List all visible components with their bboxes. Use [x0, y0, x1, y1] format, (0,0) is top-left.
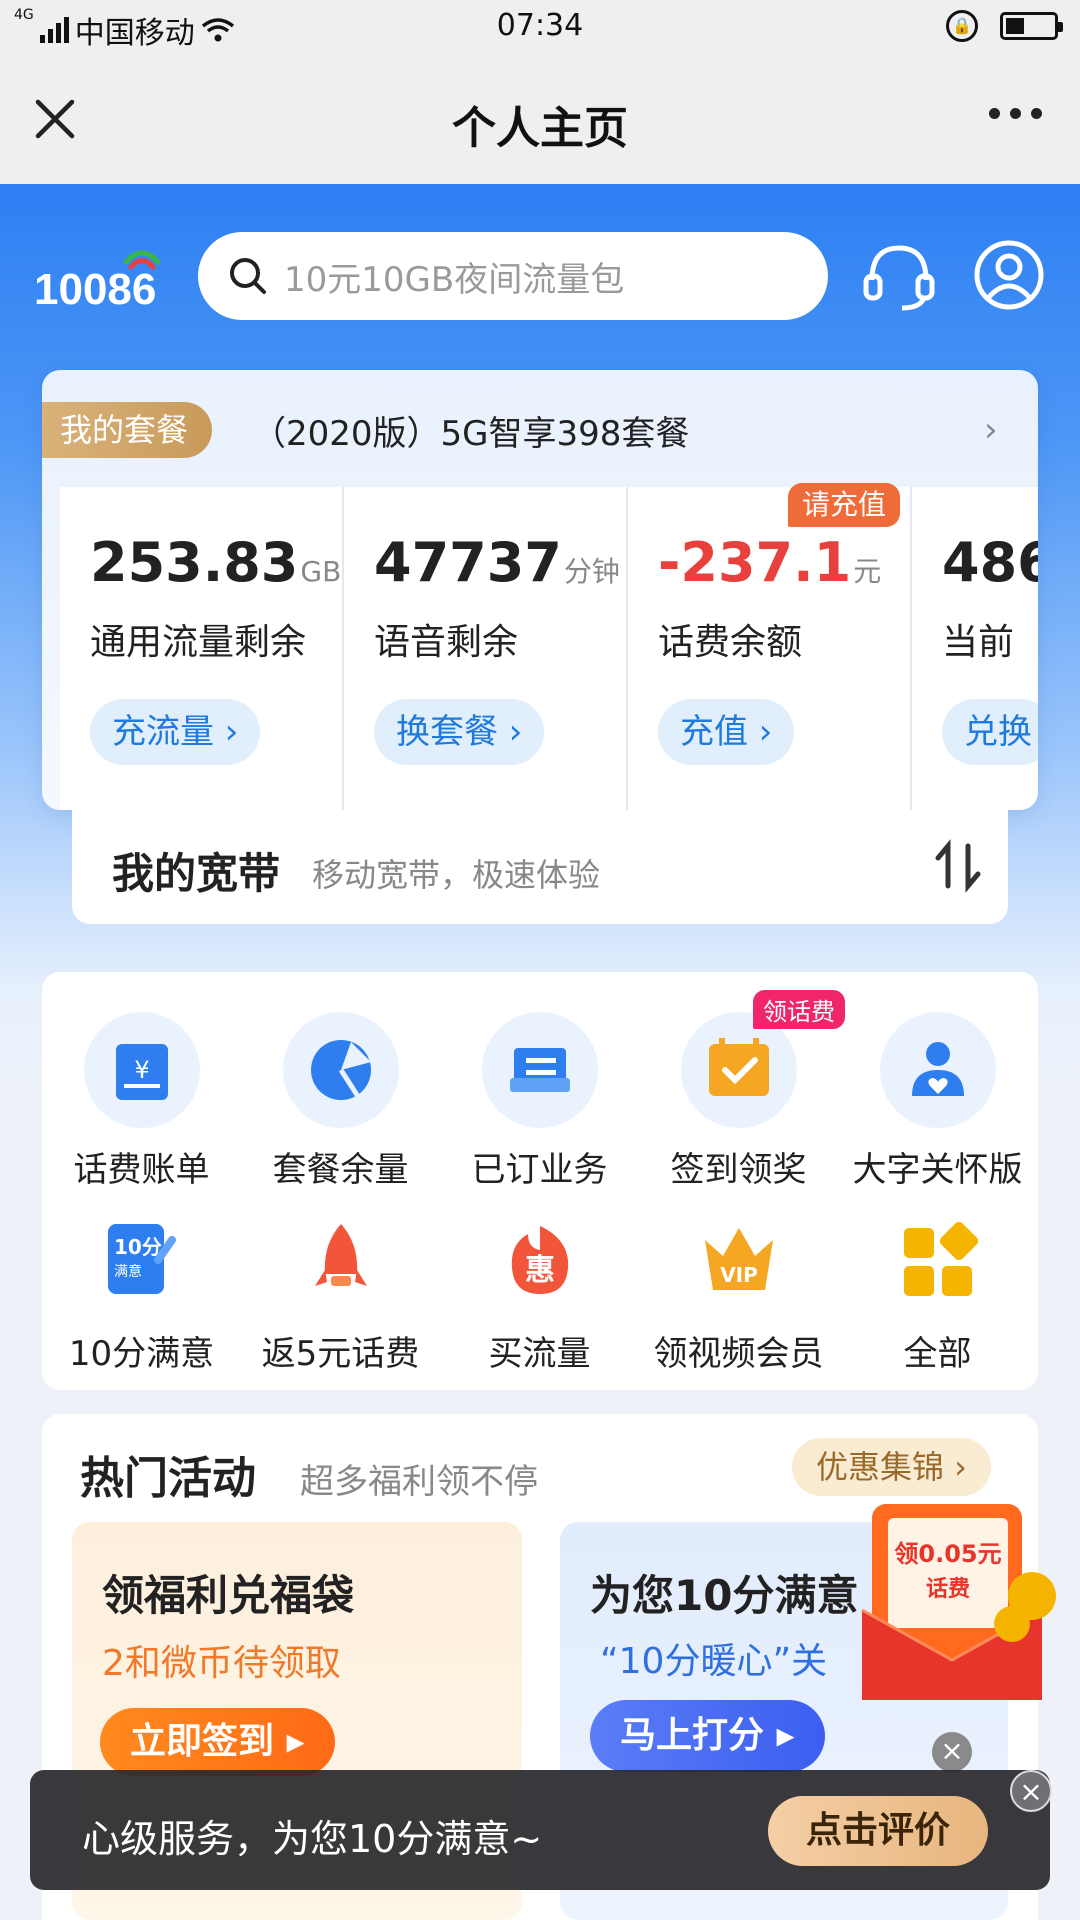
svg-text:话费: 话费	[926, 1577, 970, 1602]
rate-now-button[interactable]: 马上打分 ▸	[590, 1700, 825, 1772]
package-stats: 253.83GB 通用流量剩余 充流量 › 47737分钟 语音剩余 换套餐 ›…	[60, 483, 1038, 810]
vip-crown-icon: VIP	[699, 1220, 779, 1300]
page-title: 个人主页	[452, 103, 628, 154]
recharge-button[interactable]: 充值 ›	[658, 699, 795, 765]
grid-item-label: 已订业务	[471, 1150, 608, 1190]
svg-text:领0.05元: 领0.05元	[894, 1540, 1001, 1568]
redeem-button[interactable]: 兑换	[942, 699, 1038, 765]
stat-data[interactable]: 253.83GB 通用流量剩余 充流量 ›	[60, 487, 344, 810]
switch-arrows-icon[interactable]	[930, 838, 986, 894]
broadband-bar[interactable]: 我的宽带 移动宽带，极速体验	[72, 810, 1008, 924]
stat-points[interactable]: 486 当前 兑换	[912, 487, 1038, 810]
grid-item-label: 返5元话费	[261, 1334, 420, 1374]
stat-value: 253.83GB	[90, 531, 342, 594]
stat-value: -237.1元	[658, 531, 882, 594]
grid-item-buy-data[interactable]: 惠 买流量	[440, 1220, 639, 1375]
grid-item-label: 10分满意	[68, 1334, 215, 1374]
grid-item-care[interactable]: 大字关怀版	[838, 1012, 1037, 1191]
broadband-subtitle: 移动宽带，极速体验	[312, 856, 601, 894]
grid-item-subscriptions[interactable]: 已订业务	[440, 1012, 639, 1191]
chevron-right-icon[interactable]: ›	[984, 410, 998, 450]
calendar-check-icon	[680, 1012, 797, 1128]
logo-10086: 10086	[34, 250, 161, 310]
status-right: 🔒	[946, 10, 1063, 42]
rate-button[interactable]: 点击评价	[768, 1796, 989, 1866]
nav-bar: 个人主页	[0, 56, 1080, 184]
section-subtitle: 超多福利领不停	[300, 1462, 538, 1502]
more-icon[interactable]	[989, 108, 1042, 119]
rocket-icon	[301, 1220, 381, 1300]
close-promo-icon[interactable]: ×	[932, 1732, 972, 1772]
broadband-title: 我的宽带	[112, 849, 281, 898]
stat-label: 当前	[942, 622, 1015, 663]
red-envelope-icon: 领0.05元 话费	[861, 1504, 1056, 1700]
rotation-lock-icon: 🔒	[946, 10, 978, 42]
stat-balance[interactable]: 请充值 -237.1元 话费余额 充值 ›	[628, 483, 912, 810]
grid-item-label: 话费账单	[73, 1150, 210, 1190]
card-title: 领福利兑福袋	[102, 1571, 355, 1620]
service-grid: ¥ 话费账单 套餐余量 已订业务 领话费 签到领奖 大字关怀版 10分 满意 10…	[42, 972, 1038, 1390]
customer-service-icon[interactable]	[862, 240, 936, 314]
satisfaction-icon: 10分满意	[102, 1220, 182, 1300]
toast-message: 心级服务，为您10分满意~	[82, 1817, 543, 1861]
svg-text:惠: 惠	[525, 1253, 555, 1288]
search-placeholder: 10元10GB夜间流量包	[284, 260, 625, 300]
change-plan-button[interactable]: 换套餐 ›	[374, 699, 545, 765]
stat-value: 47737分钟	[374, 531, 620, 594]
package-card[interactable]: 我的套餐 （2020版）5G智享398套餐 › 253.83GB 通用流量剩余 …	[42, 370, 1038, 810]
grid-item-checkin[interactable]: 领话费 签到领奖	[639, 990, 845, 1191]
discount-icon: 惠	[500, 1220, 580, 1300]
status-time: 07:34	[496, 8, 584, 43]
svg-text:10086: 10086	[34, 265, 156, 310]
stat-label: 话费余额	[658, 622, 803, 663]
stat-voice[interactable]: 47737分钟 语音剩余 换套餐 ›	[344, 487, 628, 810]
search-icon	[230, 258, 266, 294]
grid-item-label: 签到领奖	[670, 1150, 807, 1190]
stat-label: 语音剩余	[374, 622, 519, 663]
grid-item-cashback[interactable]: 返5元话费	[241, 1220, 440, 1375]
package-name[interactable]: （2020版）5G智享398套餐	[252, 406, 689, 455]
grid-item-video-vip[interactable]: VIP 领视频会员	[639, 1220, 838, 1375]
close-toast-icon[interactable]: ×	[1010, 1770, 1052, 1812]
svg-text:¥: ¥	[134, 1056, 149, 1084]
grid-item-all[interactable]: 全部	[838, 1220, 1037, 1375]
pie-icon	[282, 1012, 399, 1128]
section-title: 热门活动	[80, 1453, 256, 1504]
grid-item-label: 全部	[903, 1334, 972, 1374]
feedback-toast: 心级服务，为您10分满意~ 点击评价	[30, 1770, 1050, 1890]
grid-item-label: 套餐余量	[272, 1150, 409, 1190]
status-bar: 4G 中国移动 07:34 🔒	[0, 0, 1080, 56]
svg-text:10分: 10分	[114, 1235, 162, 1259]
grid-item-label: 领视频会员	[653, 1334, 824, 1374]
search-bar[interactable]: 10元10GB夜间流量包	[198, 232, 828, 320]
svg-text:满意: 满意	[114, 1263, 142, 1280]
svg-text:VIP: VIP	[720, 1263, 758, 1287]
card-subtitle: 2和微币待领取	[102, 1643, 341, 1684]
grid-item-label: 买流量	[488, 1334, 591, 1374]
deals-collection-button[interactable]: 优惠集锦 ›	[792, 1438, 991, 1496]
package-tag: 我的套餐	[42, 402, 212, 458]
care-icon	[879, 1012, 996, 1128]
subscription-icon	[481, 1012, 598, 1128]
recharge-badge: 请充值	[788, 483, 901, 527]
sign-in-button[interactable]: 立即签到 ▸	[100, 1708, 335, 1776]
grid-item-plan-usage[interactable]: 套餐余量	[241, 1012, 440, 1191]
bill-icon: ¥	[83, 1012, 200, 1128]
recharge-data-button[interactable]: 充流量 ›	[90, 699, 261, 765]
grid-item-label: 大字关怀版	[852, 1150, 1023, 1190]
all-apps-icon	[898, 1220, 978, 1300]
card-title: 为您10分满意	[590, 1571, 859, 1620]
stat-label: 通用流量剩余	[90, 622, 307, 663]
promo-pill: 领话费	[753, 990, 845, 1029]
grid-item-bill[interactable]: ¥ 话费账单	[42, 1012, 241, 1191]
card-subtitle: “10分暖心”关	[600, 1641, 828, 1682]
user-avatar-icon[interactable]	[974, 240, 1044, 310]
red-envelope-promo[interactable]: 领0.05元 话费	[852, 1500, 1064, 1710]
grid-item-satisfaction[interactable]: 10分 满意 10分满意	[42, 1220, 241, 1375]
stat-value: 486	[942, 531, 1038, 594]
battery-icon	[1000, 12, 1063, 40]
